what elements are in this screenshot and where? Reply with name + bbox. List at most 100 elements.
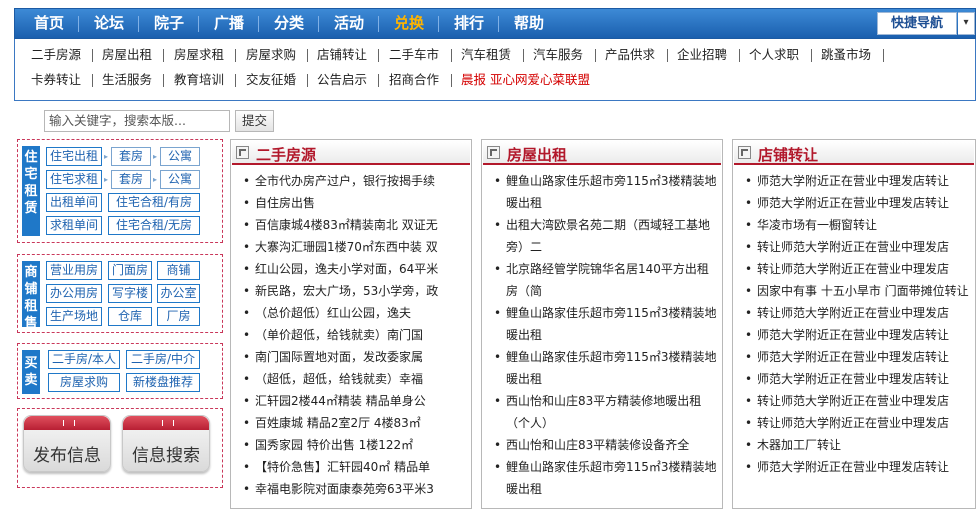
subnav-link[interactable]: 企业招聘: [677, 46, 727, 64]
category-button[interactable]: 商铺: [157, 261, 200, 280]
list-item[interactable]: 鲤鱼山路家佳乐超市旁115㎡3楼精装地暖出租: [494, 456, 718, 500]
category-button[interactable]: 办公用房: [46, 284, 102, 303]
panel-toggle-icon[interactable]: [738, 146, 751, 159]
list-item[interactable]: 因家中有事 十五小旱市 门面带摊位转让: [745, 280, 971, 302]
nav-yard[interactable]: 院子: [149, 9, 189, 38]
category-button[interactable]: 住宅合租/有房: [108, 193, 200, 212]
search-input[interactable]: 输入关键字，搜索本版...: [44, 110, 230, 132]
nav-broadcast[interactable]: 广播: [209, 9, 249, 38]
list-item[interactable]: 百信康城4楼83㎡精装南北 双证无: [243, 214, 467, 236]
list-item[interactable]: 【特价急售】汇轩园40㎡ 精品单: [243, 456, 467, 478]
list-item[interactable]: （单价超低，给钱就卖）南门国: [243, 324, 467, 346]
subnav-link[interactable]: 招商合作: [389, 71, 439, 89]
quick-nav-button[interactable]: 快捷导航: [877, 12, 957, 35]
subnav-link[interactable]: 交友征婚: [246, 71, 296, 89]
list-item[interactable]: 南门国际置地对面，发改委家属: [243, 346, 467, 368]
category-button[interactable]: 仓库: [108, 307, 152, 326]
list-item[interactable]: （总价超低）红山公园，逸夫: [243, 302, 467, 324]
category-button[interactable]: 公寓: [160, 147, 200, 166]
list-item[interactable]: 师范大学附近正在营业中理发店转让: [745, 368, 971, 390]
subnav-link[interactable]: 公告启示: [317, 71, 367, 89]
list-item[interactable]: 红山公园，逸夫小学对面，64平米: [243, 258, 467, 280]
list-item[interactable]: 师范大学附近正在营业中理发店转让: [745, 324, 971, 346]
list-item[interactable]: 西山怡和山庄83平方精装修地暖出租（个人）: [494, 390, 718, 434]
subnav-link[interactable]: 二手房源: [31, 46, 81, 64]
list-item[interactable]: 华凌市场有一橱窗转让: [745, 214, 971, 236]
nav-home[interactable]: 首页: [29, 9, 69, 38]
category-button[interactable]: 厂房: [157, 307, 200, 326]
list-item[interactable]: 师范大学附近正在营业中理发店转让: [745, 170, 971, 192]
list-item[interactable]: 大寨沟汇珊园1楼70㎡东西中装 双: [243, 236, 467, 258]
category-button[interactable]: 住宅求租: [46, 170, 102, 189]
list-item[interactable]: 新民路，宏大广场，53小学旁，政: [243, 280, 467, 302]
list-item[interactable]: 汇轩园2楼44㎡精装 精品单身公: [243, 390, 467, 412]
info-search-button[interactable]: 信息搜索: [122, 415, 210, 472]
category-button[interactable]: 办公室: [157, 284, 200, 303]
category-button[interactable]: 二手房/本人: [48, 350, 120, 369]
list-item[interactable]: 转让师范大学附近正在营业中理发店: [745, 258, 971, 280]
category-button[interactable]: 写字楼: [108, 284, 152, 303]
list-item[interactable]: 北京路经管学院锦华名居140平方出租房（简: [494, 258, 718, 302]
list-item[interactable]: 转让师范大学附近正在营业中理发店: [745, 390, 971, 412]
list-item[interactable]: 鲤鱼山路家佳乐超市旁115㎡3楼精装地暖出租: [494, 346, 718, 390]
list-item[interactable]: 全市代办房产过户，银行按揭手续: [243, 170, 467, 192]
panel-title[interactable]: 店铺转让: [758, 144, 818, 165]
category-button[interactable]: 住宅出租: [46, 147, 102, 166]
list-item[interactable]: 鲤鱼山路家佳乐超市旁115㎡3楼精装地暖出租: [494, 302, 718, 346]
category-button[interactable]: 新楼盘推荐: [126, 373, 200, 392]
list-item[interactable]: 师范大学附近正在营业中理发店转让: [745, 456, 971, 478]
list-item[interactable]: 百姓康城 精品2室2厅 4楼83㎡: [243, 412, 467, 434]
category-button[interactable]: 套房: [111, 170, 151, 189]
list-item[interactable]: 自住房出售: [243, 192, 467, 214]
chevron-down-icon[interactable]: ▾: [958, 12, 975, 35]
nav-forum[interactable]: 论坛: [89, 9, 129, 38]
list-item[interactable]: 鲤鱼山路家佳乐超市旁115㎡3楼精装地暖出租: [494, 170, 718, 214]
category-button[interactable]: 套房: [111, 147, 151, 166]
nav-ranking[interactable]: 排行: [449, 9, 489, 38]
list-item[interactable]: 西山怡和山庄83平精装修设备齐全: [494, 434, 718, 456]
submit-button[interactable]: 提交: [235, 110, 274, 132]
panel-title[interactable]: 二手房源: [256, 144, 316, 165]
nav-events[interactable]: 活动: [329, 9, 369, 38]
list-item[interactable]: 幸福电影院对面康泰苑旁63平米3: [243, 478, 467, 500]
list-item[interactable]: 出租大湾欧景名苑二期（西域轻工基地旁）二: [494, 214, 718, 258]
subnav-link[interactable]: 房屋求购: [246, 46, 296, 64]
subnav-link[interactable]: 房屋求租: [174, 46, 224, 64]
publish-info-button[interactable]: 发布信息: [23, 415, 111, 472]
subnav-link[interactable]: 汽车租赁: [461, 46, 511, 64]
list-item[interactable]: 转让师范大学附近正在营业中理发店: [745, 302, 971, 324]
nav-exchange[interactable]: 兑换: [389, 9, 429, 38]
category-button[interactable]: 门面房: [108, 261, 152, 280]
subnav-link[interactable]: 个人求职: [749, 46, 799, 64]
category-button[interactable]: 出租单间: [46, 193, 102, 212]
subnav-link[interactable]: 生活服务: [102, 71, 152, 89]
nav-help[interactable]: 帮助: [509, 9, 549, 38]
nav-classified[interactable]: 分类: [269, 9, 309, 38]
panel-toggle-icon[interactable]: [487, 146, 500, 159]
category-button[interactable]: 求租单间: [46, 216, 102, 235]
subnav-link[interactable]: 教育培训: [174, 71, 224, 89]
category-button[interactable]: 营业用房: [46, 261, 102, 280]
category-button[interactable]: 生产场地: [46, 307, 102, 326]
list-item[interactable]: 师范大学附近正在营业中理发店转让: [745, 346, 971, 368]
list-item[interactable]: 转让师范大学附近正在营业中理发店: [745, 412, 971, 434]
category-button[interactable]: 住宅合租/无房: [108, 216, 200, 235]
subnav-link[interactable]: 二手车市: [389, 46, 439, 64]
panel-toggle-icon[interactable]: [236, 146, 249, 159]
category-button[interactable]: 公寓: [160, 170, 200, 189]
category-button[interactable]: 房屋求购: [48, 373, 120, 392]
subnav-link[interactable]: 产品供求: [605, 46, 655, 64]
subnav-link[interactable]: 店铺转让: [317, 46, 367, 64]
list-item[interactable]: 国秀家园 特价出售 1楼122㎡: [243, 434, 467, 456]
panel-title[interactable]: 房屋出租: [507, 144, 567, 165]
subnav-link-featured[interactable]: 晨报 亚心网爱心菜联盟: [461, 71, 590, 89]
subnav-link[interactable]: 跳蚤市场: [821, 46, 871, 64]
category-button[interactable]: 二手房/中介: [126, 350, 200, 369]
list-item[interactable]: 转让师范大学附近正在营业中理发店: [745, 236, 971, 258]
subnav-link[interactable]: 汽车服务: [533, 46, 583, 64]
list-item[interactable]: （超低，超低，给钱就卖）幸福: [243, 368, 467, 390]
list-item[interactable]: 师范大学附近正在营业中理发店转让: [745, 192, 971, 214]
subnav-link[interactable]: 房屋出租: [102, 46, 152, 64]
list-item[interactable]: 木器加工厂转让: [745, 434, 971, 456]
subnav-link[interactable]: 卡券转让: [31, 71, 81, 89]
